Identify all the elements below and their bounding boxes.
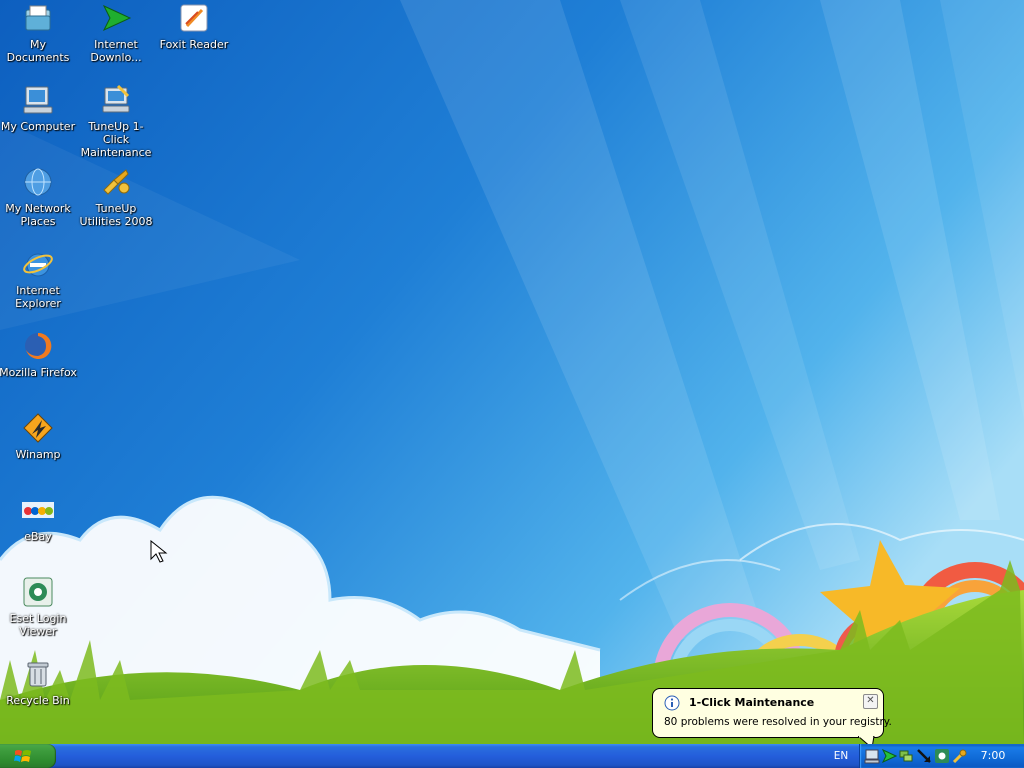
download-tray-icon[interactable] [881, 748, 897, 764]
my-documents-icon [25, 5, 51, 31]
desktop-icon-tuneup-1-click[interactable]: TuneUp 1-Click Maintenance [76, 84, 156, 159]
tools-tray-icon[interactable] [952, 748, 968, 764]
eset-login-viewer-icon [23, 577, 53, 607]
desktop-icon-recycle-bin[interactable]: Recycle Bin [0, 658, 78, 707]
desktop-icon-label: My Computer [0, 120, 76, 133]
balloon-title: 1-Click Maintenance [689, 696, 815, 709]
desktop-icon-tuneup-utilities[interactable]: TuneUp Utilities 2008 [76, 166, 156, 228]
info-icon [664, 695, 680, 711]
notification-balloon[interactable]: 1-Click Maintenance 80 problems were res… [652, 688, 892, 738]
desktop-icon-my-network-places[interactable]: My Network Places [0, 166, 78, 228]
my-computer-icon [23, 86, 53, 114]
balloon-close-button[interactable]: ✕ [863, 694, 878, 709]
desktop-icon-foxit-reader[interactable]: Foxit Reader [154, 2, 234, 51]
desktop-icon-eset-login-viewer[interactable]: Eset Login Viewer [0, 576, 78, 638]
desktop-icon-label: eBay [24, 530, 52, 543]
desktop-icon-label: Mozilla Firefox [0, 366, 77, 379]
desktop-icon-my-computer[interactable]: My Computer [0, 84, 78, 133]
internet-explorer-icon [23, 253, 53, 277]
desktop-icon-internet-download-manager[interactable]: Internet Downlo... [76, 2, 156, 64]
desktop-icon-label: Winamp [15, 448, 61, 461]
ebay-icon [22, 502, 54, 518]
network-tray-icon[interactable] [898, 748, 914, 764]
desktop-icon-label: Internet Explorer [15, 284, 61, 310]
windows-logo-icon [14, 750, 31, 762]
desktop-icon-internet-explorer[interactable]: Internet Explorer [0, 248, 78, 310]
firefox-icon [25, 332, 52, 359]
tuneup-1-click-icon [102, 84, 130, 113]
tuneup-tray-icon[interactable] [864, 748, 880, 764]
desktop-icon-label: Eset Login Viewer [9, 612, 67, 638]
network-places-icon [24, 168, 52, 196]
language-indicator[interactable]: EN [826, 744, 856, 768]
desktop-icon-label: My Network Places [5, 202, 71, 228]
desktop-icon-label: TuneUp 1-Click Maintenance [80, 120, 152, 159]
desktop-icon-label: TuneUp Utilities 2008 [79, 202, 153, 228]
recycle-bin-icon [27, 662, 49, 687]
arrow-tray-icon[interactable] [916, 748, 932, 764]
desktop-icon-my-documents[interactable]: My Documents [0, 2, 78, 64]
desktop-icon-winamp[interactable]: Winamp [0, 412, 78, 461]
tuneup-utilities-icon [103, 169, 130, 195]
internet-download-manager-icon [102, 4, 132, 32]
desktop-icon-label: Internet Downlo... [90, 38, 142, 64]
desktop-icon-label: My Documents [6, 38, 70, 64]
foxit-reader-icon [180, 4, 208, 32]
start-button[interactable] [0, 744, 56, 768]
desktop-icon-ebay[interactable]: eBay [0, 494, 78, 543]
desktop-icon-label: Foxit Reader [159, 38, 229, 51]
desktop-icon-label: Recycle Bin [6, 694, 70, 707]
eset-tray-icon[interactable] [934, 748, 950, 764]
desktop-icon-mozilla-firefox[interactable]: Mozilla Firefox [0, 330, 78, 379]
winamp-icon [23, 413, 53, 443]
taskbar-clock[interactable]: 7:00 [978, 744, 1008, 768]
mouse-pointer-icon [150, 540, 168, 563]
balloon-message: 80 problems were resolved in your regist… [664, 716, 892, 728]
